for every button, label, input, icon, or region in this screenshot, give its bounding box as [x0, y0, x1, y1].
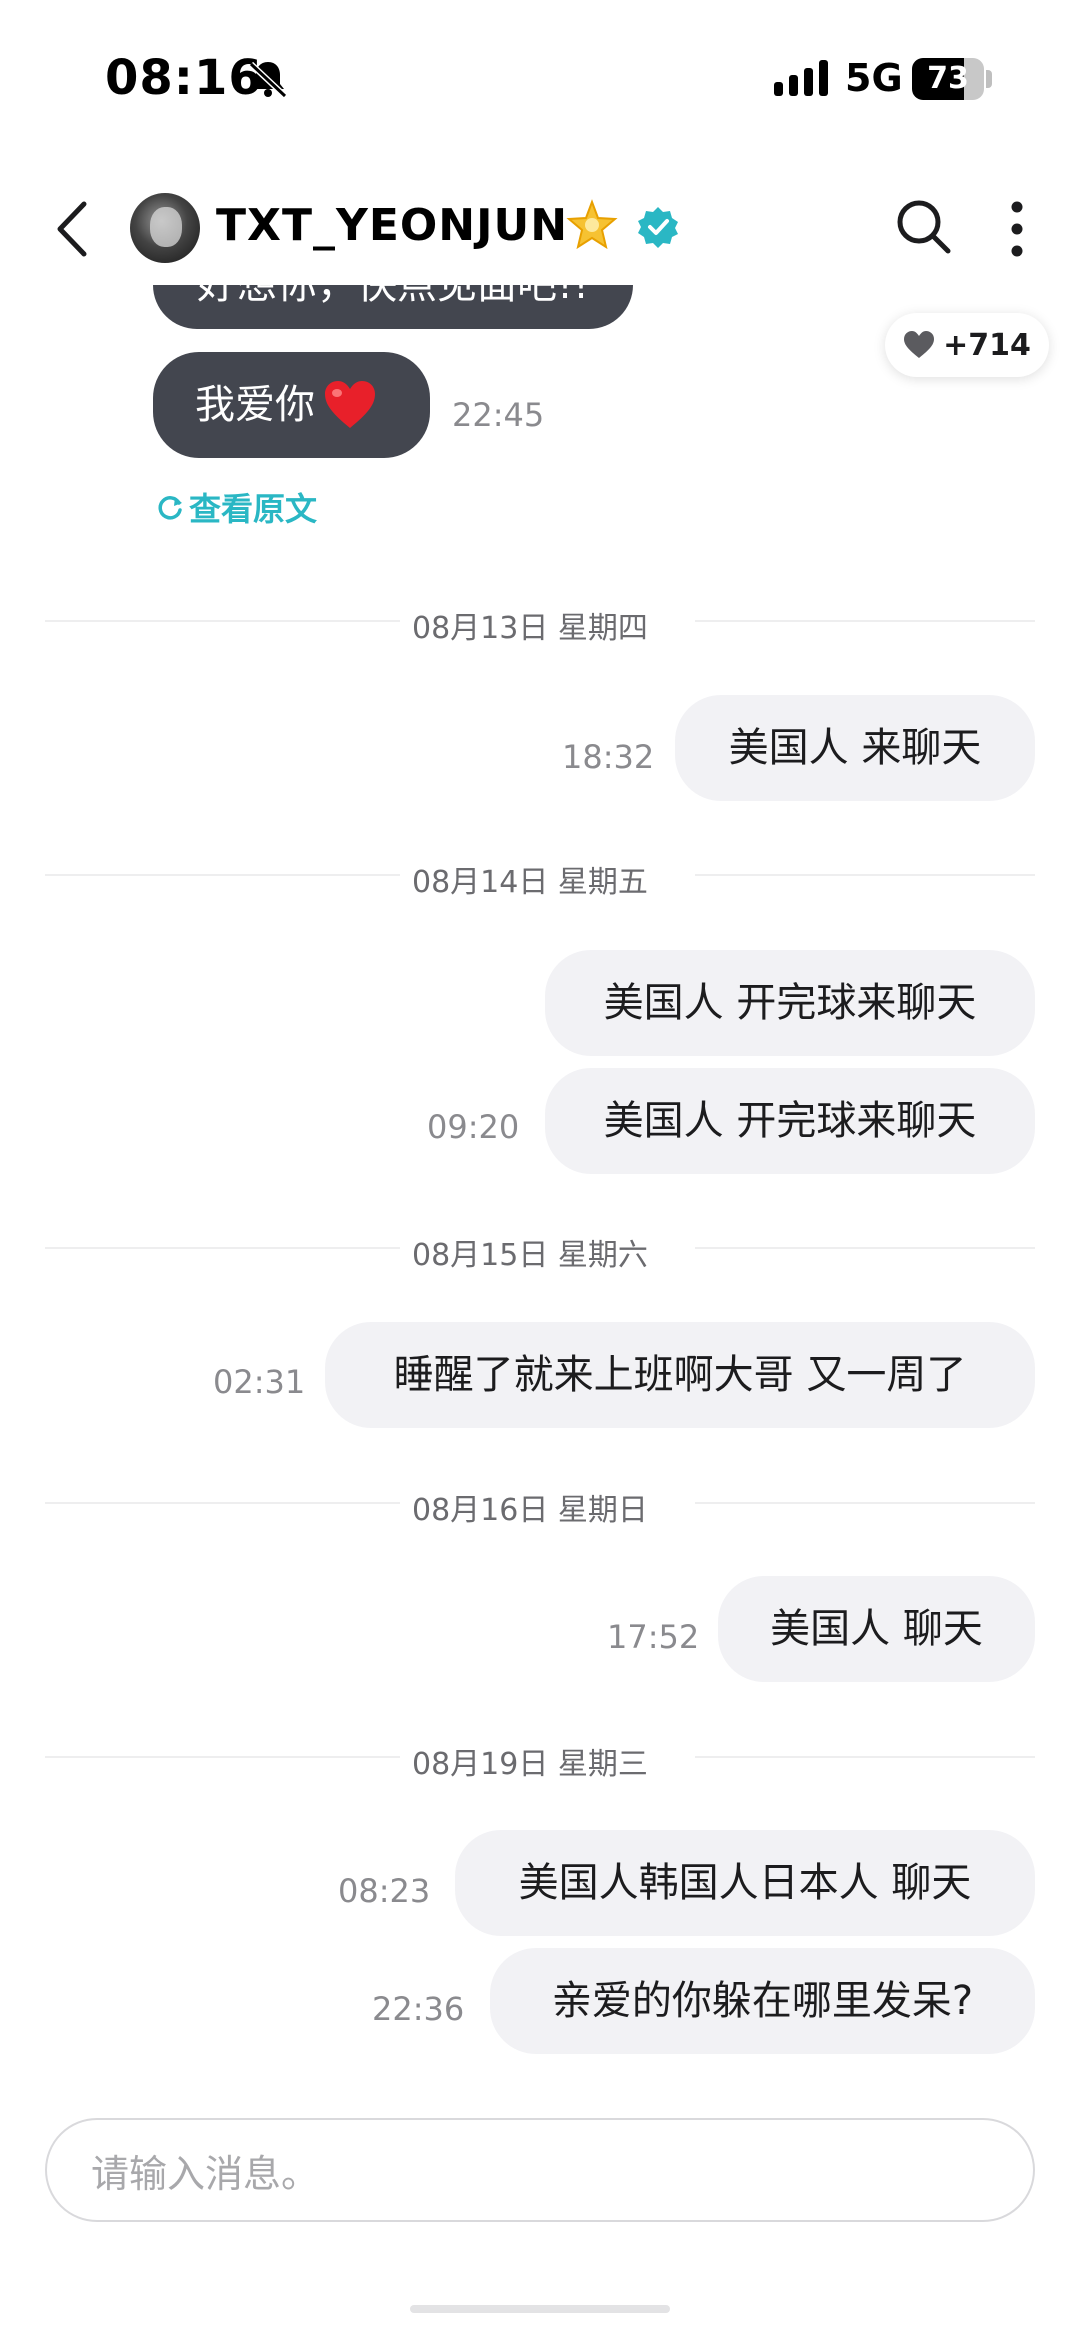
message-text: 美国人 开完球来聊天: [603, 980, 977, 1026]
date-divider-line: [695, 874, 1035, 876]
message-time: 08:23: [338, 1872, 431, 1910]
status-time: 08:16: [105, 50, 263, 106]
message-time: 09:20: [427, 1108, 520, 1146]
signal-icon: [774, 60, 828, 96]
bell-muted-icon: [248, 61, 288, 99]
date-separator: 08月16日 星期日: [412, 1493, 648, 1528]
message-text: 美国人 开完球来聊天: [603, 1098, 977, 1144]
date-divider-line: [695, 620, 1035, 622]
chat-title: TXT_YEONJUN: [216, 200, 569, 251]
verified-badge-icon: [638, 207, 678, 248]
date-separator: 08月15日 星期六: [412, 1238, 648, 1273]
message-time: 17:52: [607, 1618, 700, 1656]
network-label: 5G: [845, 56, 903, 100]
message-bubble-outgoing[interactable]: 美国人 开完球来聊天: [545, 1068, 1035, 1174]
message-time: 18:32: [562, 738, 655, 776]
likes-count: +714: [943, 327, 1031, 363]
date-divider-line: [45, 1502, 400, 1504]
date-divider-line: [45, 874, 400, 876]
likes-counter[interactable]: +714: [885, 313, 1049, 377]
message-bubble-outgoing[interactable]: 美国人 来聊天: [675, 695, 1035, 801]
heart-icon: [904, 331, 935, 358]
more-vertical-icon[interactable]: [1002, 198, 1032, 260]
message-time: 22:36: [372, 1990, 465, 2028]
message-bubble-outgoing[interactable]: 睡醒了就来上班啊大哥 又一周了: [325, 1322, 1035, 1428]
message-text: 睡醒了就来上班啊大哥 又一周了: [393, 1352, 967, 1398]
message-text: 我爱你: [195, 382, 315, 428]
message-time: 02:31: [213, 1363, 306, 1401]
message-text: 好想你，快点见面吧!!: [197, 285, 590, 308]
date-divider-line: [695, 1247, 1035, 1249]
battery-level: 73: [927, 61, 969, 96]
message-bubble-outgoing[interactable]: 亲爱的你躲在哪里发呆?: [490, 1948, 1035, 2054]
message-bubble-incoming[interactable]: 好想你，快点见面吧!!: [153, 285, 634, 329]
refresh-icon: [158, 496, 182, 520]
message-text: 美国人 聊天: [770, 1606, 983, 1652]
view-original-label: 查看原文: [189, 490, 318, 528]
message-bubble-incoming[interactable]: 我爱你: [153, 352, 430, 458]
date-separator: 08月14日 星期五: [412, 865, 648, 900]
heart-emoji-icon: [325, 381, 375, 428]
date-divider-line: [45, 620, 400, 622]
date-divider-line: [695, 1502, 1035, 1504]
message-text: 亲爱的你躲在哪里发呆?: [551, 1978, 974, 2024]
glowing-star-icon: [566, 199, 618, 250]
message-time: 22:45: [452, 396, 545, 434]
message-input-placeholder: 请输入消息。: [91, 2151, 320, 2196]
search-icon[interactable]: [893, 196, 955, 258]
date-separator: 08月13日 星期四: [412, 611, 648, 646]
message-bubble-outgoing[interactable]: 美国人 聊天: [718, 1576, 1035, 1682]
date-divider-line: [45, 1247, 400, 1249]
avatar[interactable]: [130, 193, 200, 263]
message-text: 美国人韩国人日本人 聊天: [518, 1860, 972, 1906]
message-text: 美国人 来聊天: [728, 725, 982, 771]
date-separator: 08月19日 星期三: [412, 1747, 648, 1782]
back-arrow-icon[interactable]: [50, 196, 98, 262]
battery-cap: [986, 70, 992, 88]
view-original-link[interactable]: 查看原文: [155, 484, 317, 530]
home-indicator[interactable]: [410, 2305, 670, 2313]
date-divider-line: [695, 1756, 1035, 1758]
message-bubble-outgoing[interactable]: 美国人韩国人日本人 聊天: [455, 1830, 1035, 1936]
message-bubble-outgoing[interactable]: 美国人 开完球来聊天: [545, 950, 1035, 1056]
date-divider-line: [45, 1756, 400, 1758]
message-input[interactable]: 请输入消息。: [45, 2118, 1035, 2222]
